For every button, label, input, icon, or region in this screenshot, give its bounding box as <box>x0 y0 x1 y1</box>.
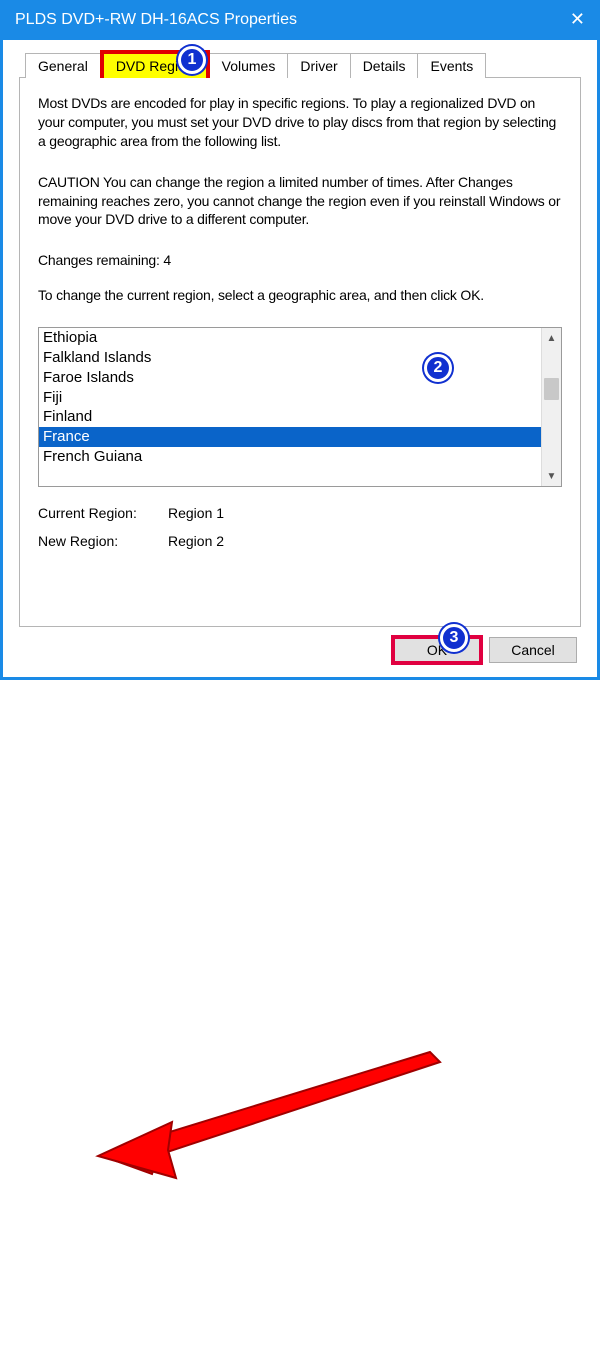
list-item[interactable]: Finland <box>42 407 538 427</box>
scroll-up-icon[interactable]: ▲ <box>542 328 561 348</box>
content-area: General DVD Region Volumes Driver Detail… <box>3 40 597 627</box>
instruction-text: To change the current region, select a g… <box>38 286 562 305</box>
list-item-selected[interactable]: France <box>39 427 541 447</box>
tab-general[interactable]: General <box>25 53 101 78</box>
list-item[interactable]: Ethiopia <box>42 328 538 348</box>
scroll-track[interactable] <box>542 348 561 466</box>
current-region-label: Current Region: <box>38 505 168 521</box>
list-item[interactable]: Faroe Islands <box>42 368 538 388</box>
list-item[interactable]: Falkland Islands <box>42 348 538 368</box>
caution-text: CAUTION You can change the region a limi… <box>38 173 562 230</box>
annotation-badge-3: 3 <box>440 624 468 652</box>
scroll-thumb[interactable] <box>544 378 559 400</box>
tab-details[interactable]: Details <box>350 53 419 78</box>
tab-strip: General DVD Region Volumes Driver Detail… <box>25 50 581 78</box>
tab-events[interactable]: Events <box>417 53 486 78</box>
region-listbox[interactable]: Ethiopia Falkland Islands Faroe Islands … <box>38 327 562 487</box>
cancel-button[interactable]: Cancel <box>489 637 577 663</box>
intro-text: Most DVDs are encoded for play in specif… <box>38 94 562 151</box>
region-list-items: Ethiopia Falkland Islands Faroe Islands … <box>39 328 541 486</box>
close-icon[interactable]: ✕ <box>570 9 585 30</box>
ok-button[interactable]: OK <box>393 637 481 663</box>
tab-body: Most DVDs are encoded for play in specif… <box>19 77 581 627</box>
annotation-badge-2: 2 <box>424 354 452 382</box>
tab-driver[interactable]: Driver <box>287 53 350 78</box>
current-region-row: Current Region: Region 1 <box>38 505 562 521</box>
tab-volumes[interactable]: Volumes <box>209 53 289 78</box>
annotation-badge-1: 1 <box>178 46 206 74</box>
annotation-arrow <box>0 680 600 1360</box>
changes-remaining: Changes remaining: 4 <box>38 251 562 270</box>
new-region-row: New Region: Region 2 <box>38 533 562 549</box>
properties-window: PLDS DVD+-RW DH-16ACS Properties ✕ Gener… <box>0 0 600 680</box>
scroll-down-icon[interactable]: ▼ <box>542 466 561 486</box>
new-region-value: Region 2 <box>168 533 224 549</box>
current-region-value: Region 1 <box>168 505 224 521</box>
button-row: OK Cancel <box>3 627 597 677</box>
window-title: PLDS DVD+-RW DH-16ACS Properties <box>15 11 297 29</box>
list-item[interactable]: Fiji <box>42 388 538 408</box>
scrollbar[interactable]: ▲ ▼ <box>541 328 561 486</box>
new-region-label: New Region: <box>38 533 168 549</box>
list-item[interactable]: French Guiana <box>42 447 538 467</box>
title-bar: PLDS DVD+-RW DH-16ACS Properties ✕ <box>3 3 597 40</box>
